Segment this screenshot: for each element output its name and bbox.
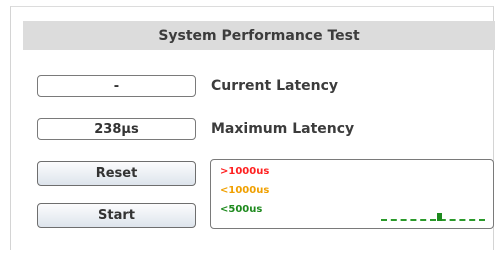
current-latency-value: -	[37, 75, 196, 97]
legend-under-1000us: <1000us	[220, 185, 270, 196]
latency-trace-spike	[437, 213, 442, 221]
current-latency-label: Current Latency	[211, 78, 339, 94]
start-button[interactable]: Start	[37, 203, 196, 228]
latency-monitor: >1000us <1000us <500us	[210, 159, 494, 229]
legend-under-500us: <500us	[220, 204, 263, 215]
latency-trace	[381, 210, 485, 222]
reset-button[interactable]: Reset	[37, 161, 196, 186]
maximum-latency-value: 238µs	[37, 118, 196, 140]
latency-trace-baseline	[381, 219, 485, 221]
maximum-latency-label: Maximum Latency	[211, 121, 355, 137]
panel-title: System Performance Test	[23, 21, 495, 50]
legend-over-1000us: >1000us	[220, 166, 270, 177]
